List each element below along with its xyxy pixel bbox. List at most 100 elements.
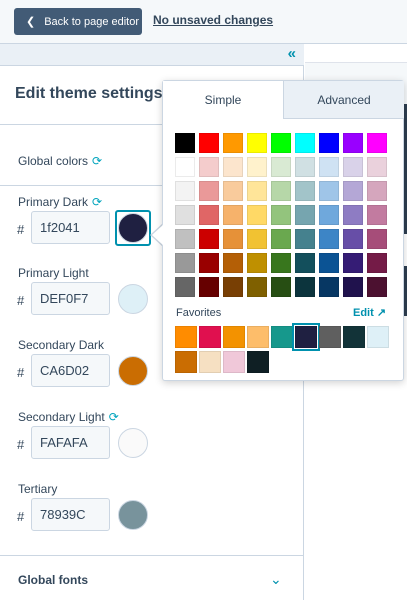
palette-color-swatch[interactable] bbox=[295, 229, 315, 249]
palette-color-swatch[interactable] bbox=[175, 253, 195, 273]
palette-color-swatch[interactable] bbox=[247, 253, 267, 273]
palette-color-swatch[interactable] bbox=[295, 181, 315, 201]
palette-color-swatch[interactable] bbox=[343, 253, 363, 273]
palette-color-swatch[interactable] bbox=[367, 277, 387, 297]
palette-color-swatch[interactable] bbox=[175, 157, 195, 177]
palette-color-swatch[interactable] bbox=[367, 253, 387, 273]
palette-color-swatch[interactable] bbox=[271, 157, 291, 177]
palette-color-swatch[interactable] bbox=[343, 133, 363, 153]
color-label-text: Tertiary bbox=[18, 482, 58, 496]
palette-color-swatch[interactable] bbox=[295, 205, 315, 225]
palette-color-swatch[interactable] bbox=[319, 133, 339, 153]
palette-color-swatch[interactable] bbox=[199, 277, 219, 297]
favorite-color-swatch[interactable] bbox=[247, 351, 269, 373]
palette-color-swatch[interactable] bbox=[175, 205, 195, 225]
global-fonts-section[interactable]: Global fonts bbox=[18, 573, 88, 587]
double-chevron-left-icon[interactable]: « bbox=[288, 45, 296, 62]
palette-color-swatch[interactable] bbox=[247, 277, 267, 297]
palette-color-swatch[interactable] bbox=[247, 181, 267, 201]
favorite-color-swatch[interactable] bbox=[343, 326, 365, 348]
hex-input[interactable]: DEF0F7 bbox=[31, 282, 110, 315]
palette-color-swatch[interactable] bbox=[319, 157, 339, 177]
palette-color-swatch[interactable] bbox=[271, 133, 291, 153]
palette-color-swatch[interactable] bbox=[223, 277, 243, 297]
favorite-color-swatch[interactable] bbox=[199, 351, 221, 373]
tab-simple[interactable]: Simple bbox=[163, 81, 284, 119]
color-swatch-button[interactable] bbox=[115, 353, 151, 389]
palette-color-swatch[interactable] bbox=[271, 205, 291, 225]
global-colors-text: Global colors bbox=[18, 154, 89, 168]
palette-color-swatch[interactable] bbox=[319, 181, 339, 201]
palette-color-swatch[interactable] bbox=[319, 205, 339, 225]
palette-color-swatch[interactable] bbox=[367, 133, 387, 153]
favorite-color-swatch[interactable] bbox=[367, 326, 389, 348]
palette-color-swatch[interactable] bbox=[247, 229, 267, 249]
palette-color-swatch[interactable] bbox=[199, 133, 219, 153]
hex-input[interactable]: 1f2041 bbox=[31, 211, 110, 244]
color-label: Tertiary bbox=[18, 482, 57, 496]
top-bar: ❮ Back to page editor No unsaved changes bbox=[0, 0, 407, 44]
chevron-down-icon[interactable]: ⌄ bbox=[270, 571, 282, 588]
palette-color-swatch[interactable] bbox=[295, 277, 315, 297]
palette-color-swatch[interactable] bbox=[223, 205, 243, 225]
palette-color-swatch[interactable] bbox=[223, 253, 243, 273]
palette-color-swatch[interactable] bbox=[223, 133, 243, 153]
favorite-color-swatch[interactable] bbox=[175, 326, 197, 348]
panel-title: Edit theme settings bbox=[15, 85, 163, 102]
hex-input[interactable]: CA6D02 bbox=[31, 354, 110, 387]
palette-color-swatch[interactable] bbox=[343, 277, 363, 297]
tab-advanced[interactable]: Advanced bbox=[284, 81, 404, 119]
palette-color-swatch[interactable] bbox=[319, 253, 339, 273]
favorite-color-swatch[interactable] bbox=[223, 326, 245, 348]
palette-color-swatch[interactable] bbox=[271, 181, 291, 201]
back-to-page-editor-button[interactable]: ❮ Back to page editor bbox=[14, 8, 142, 35]
favorite-color-swatch[interactable] bbox=[292, 323, 320, 351]
palette-color-swatch[interactable] bbox=[319, 229, 339, 249]
palette-color-swatch[interactable] bbox=[223, 157, 243, 177]
palette-color-swatch[interactable] bbox=[247, 205, 267, 225]
palette-color-swatch[interactable] bbox=[199, 157, 219, 177]
palette-color-swatch[interactable] bbox=[319, 277, 339, 297]
color-swatch-button[interactable] bbox=[115, 281, 151, 317]
palette-color-swatch[interactable] bbox=[367, 157, 387, 177]
palette-color-swatch[interactable] bbox=[343, 229, 363, 249]
palette-color-swatch[interactable] bbox=[175, 277, 195, 297]
palette-color-swatch[interactable] bbox=[247, 133, 267, 153]
palette-color-swatch[interactable] bbox=[367, 181, 387, 201]
palette-color-swatch[interactable] bbox=[175, 181, 195, 201]
palette-color-swatch[interactable] bbox=[271, 253, 291, 273]
favorite-color-swatch[interactable] bbox=[319, 326, 341, 348]
palette-color-swatch[interactable] bbox=[295, 157, 315, 177]
palette-color-swatch[interactable] bbox=[271, 277, 291, 297]
color-swatch-button[interactable] bbox=[115, 210, 151, 246]
palette-color-swatch[interactable] bbox=[199, 253, 219, 273]
unsaved-changes-link[interactable]: No unsaved changes bbox=[153, 13, 273, 27]
palette-color-swatch[interactable] bbox=[343, 157, 363, 177]
favorite-color-swatch[interactable] bbox=[247, 326, 269, 348]
edit-favorites-link[interactable]: Edit ↗ bbox=[353, 306, 386, 319]
hex-input[interactable]: 78939C bbox=[31, 498, 110, 531]
color-swatch-button[interactable] bbox=[115, 425, 151, 461]
palette-color-swatch[interactable] bbox=[223, 229, 243, 249]
palette-color-swatch[interactable] bbox=[295, 253, 315, 273]
palette-color-swatch[interactable] bbox=[199, 229, 219, 249]
color-swatch-button[interactable] bbox=[115, 497, 151, 533]
color-label: Secondary Light ⟳ bbox=[18, 410, 119, 424]
palette-color-swatch[interactable] bbox=[199, 205, 219, 225]
favorite-color-swatch[interactable] bbox=[271, 326, 293, 348]
palette-color-swatch[interactable] bbox=[223, 181, 243, 201]
palette-color-swatch[interactable] bbox=[199, 181, 219, 201]
palette-color-swatch[interactable] bbox=[343, 205, 363, 225]
palette-color-swatch[interactable] bbox=[295, 133, 315, 153]
palette-color-swatch[interactable] bbox=[175, 133, 195, 153]
favorite-color-swatch[interactable] bbox=[223, 351, 245, 373]
palette-color-swatch[interactable] bbox=[367, 229, 387, 249]
palette-color-swatch[interactable] bbox=[271, 229, 291, 249]
palette-color-swatch[interactable] bbox=[343, 181, 363, 201]
palette-color-swatch[interactable] bbox=[175, 229, 195, 249]
favorite-color-swatch[interactable] bbox=[199, 326, 221, 348]
palette-color-swatch[interactable] bbox=[247, 157, 267, 177]
palette-color-swatch[interactable] bbox=[367, 205, 387, 225]
favorite-color-swatch[interactable] bbox=[175, 351, 197, 373]
hex-input[interactable]: FAFAFA bbox=[31, 426, 110, 459]
